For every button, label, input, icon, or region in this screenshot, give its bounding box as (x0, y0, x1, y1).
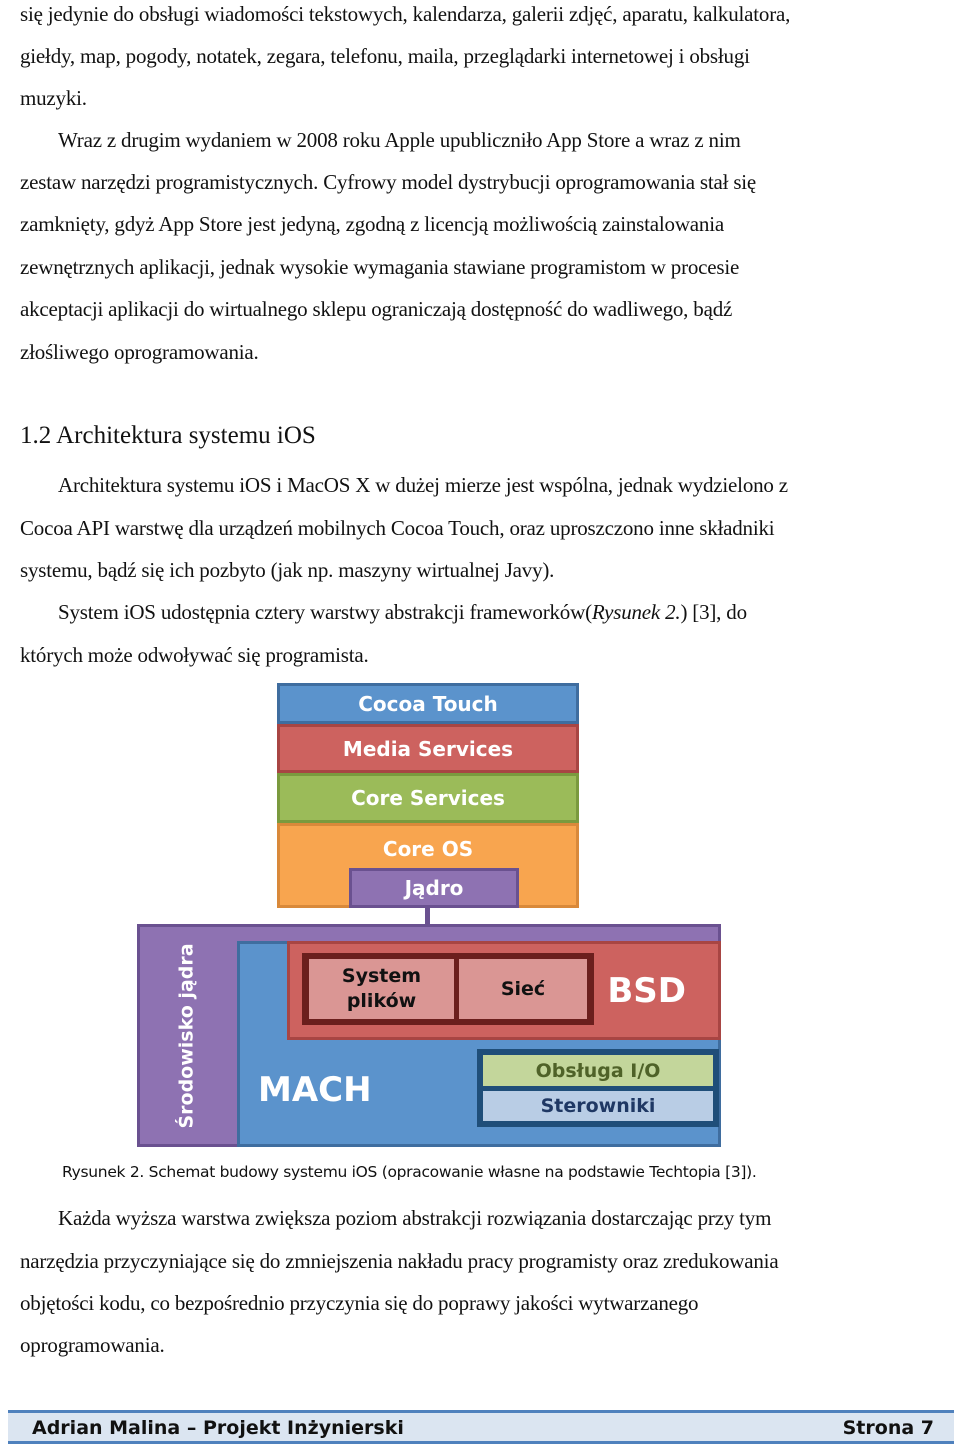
footer-page-number: Strona 7 (842, 1417, 934, 1439)
network-label: Sieć (500, 978, 546, 1000)
layer-label: Cocoa Touch (358, 691, 498, 716)
paragraph-line: Wraz z drugim wydaniem w 2008 roku Apple… (58, 128, 741, 152)
paragraph-line: muzyki. (20, 86, 87, 110)
filesystem-box: System plików (309, 959, 454, 1019)
mach-label: MACH (258, 1070, 372, 1110)
kernel-env-label: Środowisko jądra (176, 942, 198, 1129)
paragraph-line: System iOS udostępnia cztery warstwy abs… (58, 600, 747, 625)
paragraph-line: Cocoa API warstwę dla urządzeń mobilnych… (20, 516, 775, 540)
network-box: Sieć (459, 959, 587, 1019)
layer-core-services: Core Services (277, 773, 579, 823)
kernel-env-label-wrap: Środowisko jądra (137, 924, 237, 1147)
layer-cocoa-touch: Cocoa Touch (277, 683, 579, 724)
layer-label: Core Services (351, 786, 505, 810)
section-heading: 1.2 Architektura systemu iOS (20, 422, 316, 449)
paragraph-line: zamknięty, gdyż App Store jest jedyną, z… (20, 212, 724, 236)
page-footer: Adrian Malina – Projekt Inżynierski Stro… (8, 1410, 954, 1444)
figure-caption: Rysunek 2. Schemat budowy systemu iOS (o… (62, 1163, 757, 1181)
paragraph-line: zewnętrznych aplikacji, jednak wysokie w… (20, 255, 740, 279)
paragraph-line: których może odwoływać się programista. (20, 643, 369, 667)
layer-kernel: Jądro (349, 868, 519, 908)
paragraph-line: objętości kodu, co bezpośrednio przyczyn… (20, 1291, 699, 1315)
io-box: Obsługa I/O (483, 1055, 713, 1086)
paragraph-line: złośliwego oprogramowania. (20, 340, 259, 364)
ref-text-before: System iOS udostępnia cztery warstwy abs… (58, 600, 592, 624)
paragraph-line: narzędzia przyczyniające się do zmniejsz… (20, 1249, 779, 1273)
footer-author: Adrian Malina – Projekt Inżynierski (32, 1417, 404, 1439)
figure-reference[interactable]: Rysunek 2. (592, 600, 681, 624)
document-page: się jedynie do obsługi wiadomości teksto… (0, 0, 960, 1447)
paragraph-line: Architektura systemu iOS i MacOS X w duż… (58, 473, 788, 497)
layer-label: Jądro (404, 876, 464, 900)
drivers-box: Sterowniki (483, 1091, 713, 1121)
paragraph-line: Każda wyższa warstwa zwiększa poziom abs… (58, 1206, 772, 1230)
bsd-label: BSD (607, 970, 686, 1011)
layer-label: Core OS (382, 837, 474, 861)
ref-text-after: ) [3], do (680, 600, 747, 624)
paragraph-line: oprogramowania. (20, 1333, 165, 1357)
drivers-label: Sterowniki (540, 1095, 656, 1117)
paragraph-line: się jedynie do obsługi wiadomości teksto… (20, 2, 791, 26)
layer-media-services: Media Services (277, 724, 579, 773)
layer-label: Media Services (342, 736, 514, 761)
paragraph-line: zestaw narzędzi programistycznych. Cyfro… (20, 170, 757, 194)
paragraph-line: giełdy, map, pogody, notatek, zegara, te… (20, 44, 750, 68)
paragraph-line: systemu, bądź się ich pozbyto (jak np. m… (20, 558, 555, 582)
paragraph-line: akceptacji aplikacji do wirtualnego skle… (20, 297, 733, 321)
filesystem-label: System plików (341, 965, 422, 1012)
io-label: Obsługa I/O (535, 1059, 661, 1082)
